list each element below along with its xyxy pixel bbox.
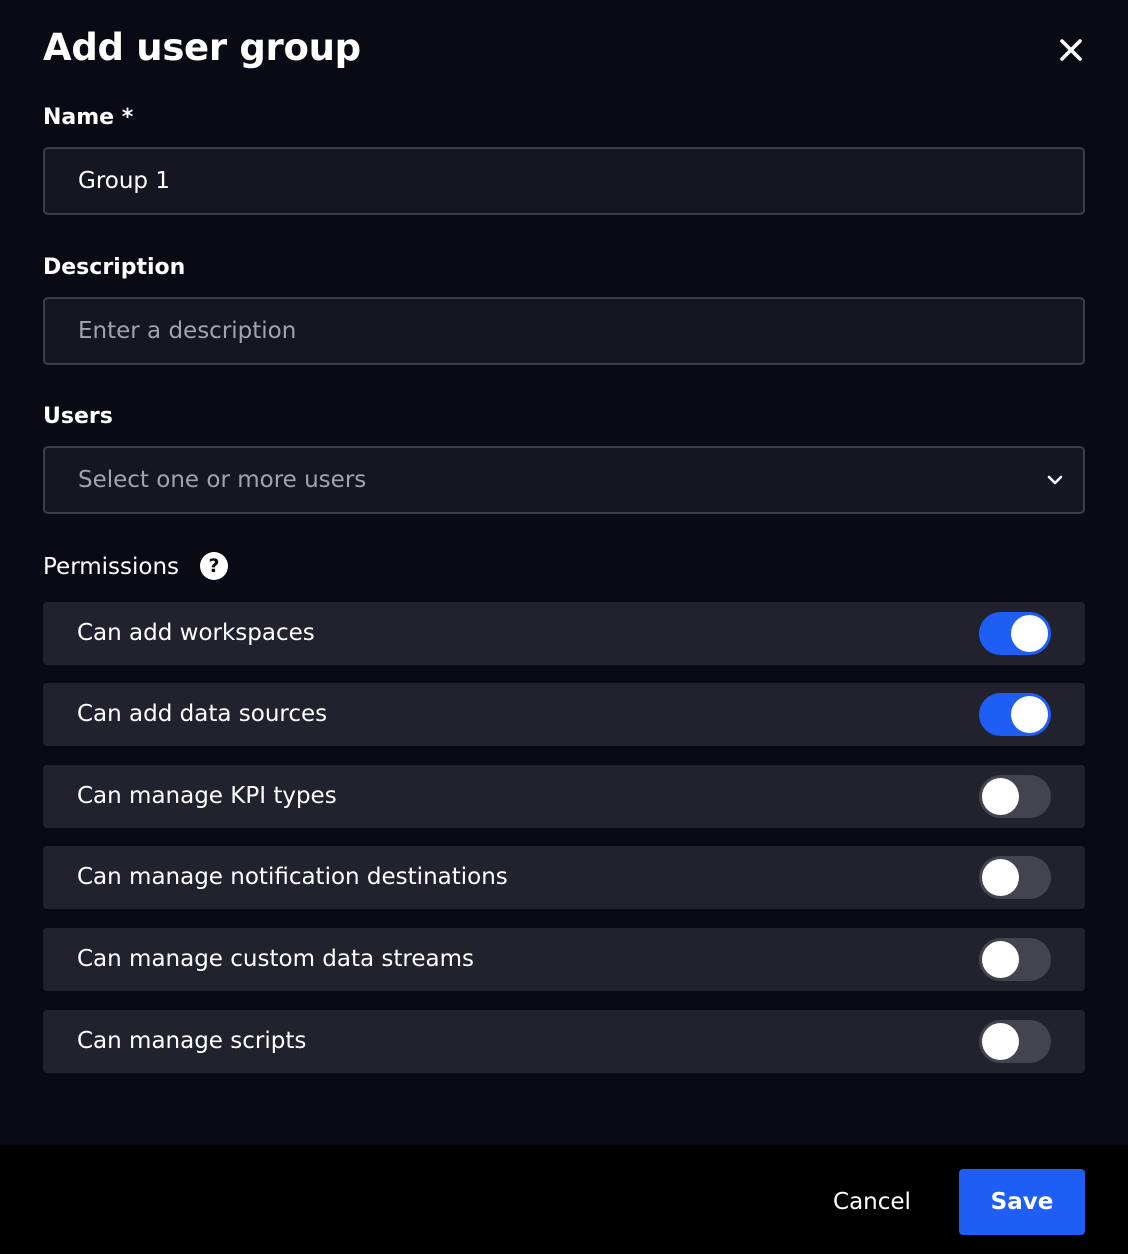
toggle-knob bbox=[982, 941, 1019, 978]
permission-row: Can manage custom data streams bbox=[43, 928, 1085, 991]
permissions-label: Permissions bbox=[43, 554, 180, 580]
users-select[interactable]: Select one or more users bbox=[43, 446, 1085, 514]
users-select-placeholder: Select one or more users bbox=[78, 467, 367, 493]
save-button[interactable]: Save bbox=[959, 1169, 1085, 1235]
chevron-down-icon bbox=[1047, 475, 1063, 485]
permission-row: Can add data sources bbox=[43, 683, 1085, 746]
permission-toggle[interactable] bbox=[979, 1020, 1051, 1063]
dialog-title: Add user group bbox=[43, 26, 361, 69]
permission-row: Can manage KPI types bbox=[43, 765, 1085, 828]
toggle-knob bbox=[1011, 696, 1048, 733]
permission-toggle[interactable] bbox=[979, 612, 1051, 655]
permission-label: Can manage notification destinations bbox=[77, 864, 508, 890]
toggle-knob bbox=[1011, 615, 1048, 652]
description-label: Description bbox=[43, 255, 186, 280]
permission-label: Can add workspaces bbox=[77, 620, 315, 646]
toggle-knob bbox=[982, 778, 1019, 815]
close-icon bbox=[1060, 39, 1082, 61]
name-input[interactable]: Group 1 bbox=[43, 147, 1085, 215]
permission-label: Can add data sources bbox=[77, 701, 328, 727]
permission-toggle[interactable] bbox=[979, 775, 1051, 818]
toggle-knob bbox=[982, 859, 1019, 896]
permission-label: Can manage scripts bbox=[77, 1028, 307, 1054]
dialog-footer: Cancel Save bbox=[0, 1145, 1128, 1254]
permission-toggle[interactable] bbox=[979, 693, 1051, 736]
description-input[interactable]: Enter a description bbox=[43, 297, 1085, 365]
permission-label: Can manage custom data streams bbox=[77, 946, 474, 972]
toggle-knob bbox=[982, 1023, 1019, 1060]
permission-toggle[interactable] bbox=[979, 856, 1051, 899]
permission-toggle[interactable] bbox=[979, 938, 1051, 981]
permission-label: Can manage KPI types bbox=[77, 783, 337, 809]
permission-row: Can manage notification destinations bbox=[43, 846, 1085, 909]
permission-row: Can add workspaces bbox=[43, 602, 1085, 665]
name-label: Name * bbox=[43, 105, 134, 130]
cancel-button[interactable]: Cancel bbox=[818, 1169, 926, 1235]
users-label: Users bbox=[43, 404, 113, 429]
help-icon[interactable]: ? bbox=[200, 552, 228, 580]
close-button[interactable] bbox=[1054, 33, 1088, 67]
add-user-group-dialog: Add user group Name * Group 1 Descriptio… bbox=[0, 0, 1128, 1254]
permission-row: Can manage scripts bbox=[43, 1010, 1085, 1073]
